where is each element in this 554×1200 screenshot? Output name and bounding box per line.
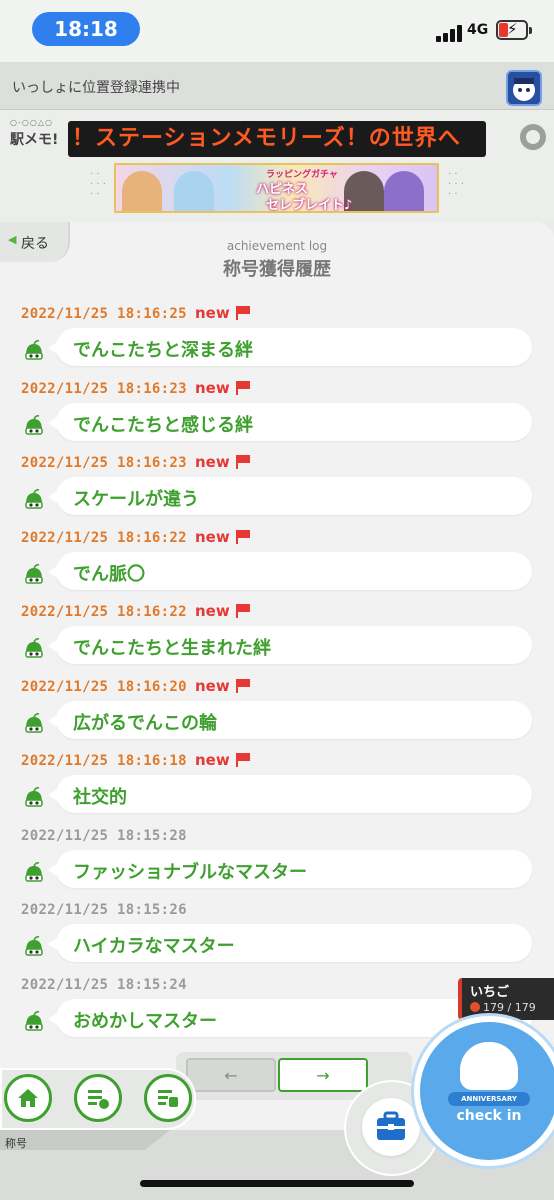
new-badge: new	[195, 378, 230, 397]
mascot-icon	[460, 1042, 518, 1090]
player-hp-value: 179 / 179	[483, 1001, 536, 1014]
entry-title: 広がるでんこの輪	[73, 712, 217, 734]
page-subtitle: achievement log	[226, 239, 328, 253]
denko-mascot-icon	[25, 638, 43, 658]
player-hp: 179 / 179	[470, 1001, 536, 1014]
achievement-entry: 2022/11/25 18:16:23 new でんこたちと感じる絆	[0, 378, 554, 453]
home-indicator	[140, 1180, 414, 1187]
marquee-board: ！ステーションメモリーズ！の世界へ	[68, 121, 486, 157]
gear-icon[interactable]	[520, 124, 546, 150]
entry-title-bubble: 広がるでんこの輪	[48, 700, 532, 739]
entry-title-bubble: でんこたちと生まれた絆	[48, 626, 532, 664]
new-badge: new	[195, 676, 230, 695]
entry-timestamp: 2022/11/25 18:15:26	[21, 902, 187, 918]
entry-timestamp: 2022/11/25 18:16:23	[21, 455, 187, 471]
entry-timestamp: 2022/11/25 18:16:23	[21, 380, 187, 397]
achievement-entry: 2022/11/25 18:16:20 new 広がるでんこの輪	[0, 676, 554, 751]
section-label: 称号	[5, 1137, 27, 1150]
train-list-icon[interactable]	[144, 1074, 192, 1122]
sparkle-right-icon: · · · · · · ·	[448, 169, 464, 200]
logo-dots: ○-○○△○	[10, 118, 53, 127]
denko-mascot-icon	[25, 712, 43, 733]
achievement-entry: 2022/11/25 18:15:28 ファッショナブルなマスター	[0, 828, 554, 900]
flag-icon	[236, 455, 250, 469]
check-in-button[interactable]: ANNIVERSARY check in	[414, 1016, 554, 1166]
entry-timestamp: 2022/11/25 18:15:28	[21, 827, 187, 844]
entry-title: でん脈〇	[73, 563, 145, 585]
next-page-button[interactable]: →	[278, 1058, 368, 1092]
flag-icon	[236, 753, 250, 767]
achievement-entry: 2022/11/25 18:16:18 new 社交的	[0, 751, 554, 825]
new-badge: new	[195, 304, 230, 322]
status-time: 18:18	[32, 12, 140, 46]
achievement-entry: 2022/11/25 18:16:22 new でん脈〇	[0, 527, 554, 602]
new-badge: new	[195, 527, 230, 546]
link-status-text: いっしょに位置登録連携中	[12, 80, 180, 96]
denko-mascot-icon	[25, 563, 43, 584]
denko-mascot-icon	[25, 936, 43, 956]
entry-title: おめかしマスター	[73, 1010, 217, 1032]
entry-title-bubble: でんこたちと深まる絆	[48, 328, 532, 366]
entry-timestamp: 2022/11/25 18:16:25	[21, 306, 187, 322]
player-name: いちご	[470, 985, 510, 1000]
status-bar: 18:18 4G ⚡	[0, 0, 554, 62]
app-logo[interactable]: ○-○○△○ 駅メモ!	[10, 118, 66, 158]
denko-mascot-icon	[25, 414, 43, 435]
bag-icon[interactable]	[362, 1098, 420, 1156]
entry-title: スケールが違う	[73, 489, 199, 510]
entry-title-bubble: スケールが違う	[48, 477, 532, 515]
flag-icon	[236, 604, 250, 618]
denko-mascot-icon	[25, 340, 43, 360]
anniversary-badge: ANNIVERSARY	[448, 1092, 530, 1106]
entry-title-bubble: でんこたちと感じる絆	[48, 402, 532, 441]
entry-title: ハイカラなマスター	[73, 936, 235, 957]
entry-title: 社交的	[73, 787, 127, 808]
entry-title-bubble: ハイカラなマスター	[48, 924, 532, 962]
entry-timestamp: 2022/11/25 18:16:20	[21, 678, 187, 695]
denko-mascot-icon	[25, 1010, 43, 1031]
battery-icon: ⚡	[496, 20, 532, 40]
denko-mascot-icon	[25, 787, 43, 807]
link-status-bar: いっしょに位置登録連携中	[0, 62, 554, 110]
entry-title: でんこたちと深まる絆	[73, 340, 253, 361]
achievement-entry: 2022/11/25 18:16:22 new でんこたちと生まれた絆	[0, 602, 554, 676]
home-icon[interactable]	[4, 1074, 52, 1122]
entry-title-bubble: でん脈〇	[48, 551, 532, 590]
signal-icon	[436, 24, 464, 42]
entry-title: でんこたちと生まれた絆	[73, 638, 271, 659]
denko-mascot-icon	[25, 489, 43, 509]
sparkle-left-icon: · · · · · · ·	[90, 169, 106, 200]
entry-timestamp: 2022/11/25 18:16:22	[21, 604, 187, 620]
logo-text: 駅メモ!	[10, 132, 59, 148]
check-in-label: check in	[456, 1108, 522, 1124]
new-badge: new	[195, 751, 230, 769]
achievement-entry: 2022/11/25 18:16:25 new でんこたちと深まる絆	[0, 304, 554, 378]
network-label: 4G	[467, 22, 489, 38]
flag-icon	[236, 529, 250, 544]
prev-page-button[interactable]: ←	[186, 1058, 276, 1092]
achievement-entry: 2022/11/25 18:15:26 ハイカラなマスター	[0, 902, 554, 974]
hp-icon	[470, 1002, 480, 1012]
entry-title: ファッショナブルなマスター	[73, 861, 307, 883]
flag-icon	[236, 306, 250, 320]
flag-icon	[236, 678, 250, 693]
entry-title-bubble: ファッショナブルなマスター	[48, 849, 532, 888]
denko-list-icon[interactable]	[74, 1074, 122, 1122]
entry-title-bubble: 社交的	[48, 775, 532, 813]
entry-timestamp: 2022/11/25 18:15:24	[21, 976, 187, 993]
new-badge: new	[195, 453, 230, 471]
player-status[interactable]: いちご 179 / 179	[458, 978, 554, 1020]
denko-mascot-icon	[25, 861, 43, 882]
achievement-entry: 2022/11/25 18:16:23 new スケールが違う	[0, 453, 554, 527]
entry-timestamp: 2022/11/25 18:16:18	[21, 753, 187, 769]
event-banner[interactable]: ラッピングガチャ ハピネス セレブレイト♪	[114, 163, 439, 213]
page-title: 称号獲得履歴	[223, 259, 331, 280]
new-badge: new	[195, 602, 230, 620]
flag-icon	[236, 380, 250, 395]
entry-title: でんこたちと感じる絆	[73, 414, 253, 436]
banner-line3: セレブレイト♪	[266, 198, 353, 213]
entry-timestamp: 2022/11/25 18:16:22	[21, 529, 187, 546]
avatar[interactable]	[506, 70, 542, 106]
